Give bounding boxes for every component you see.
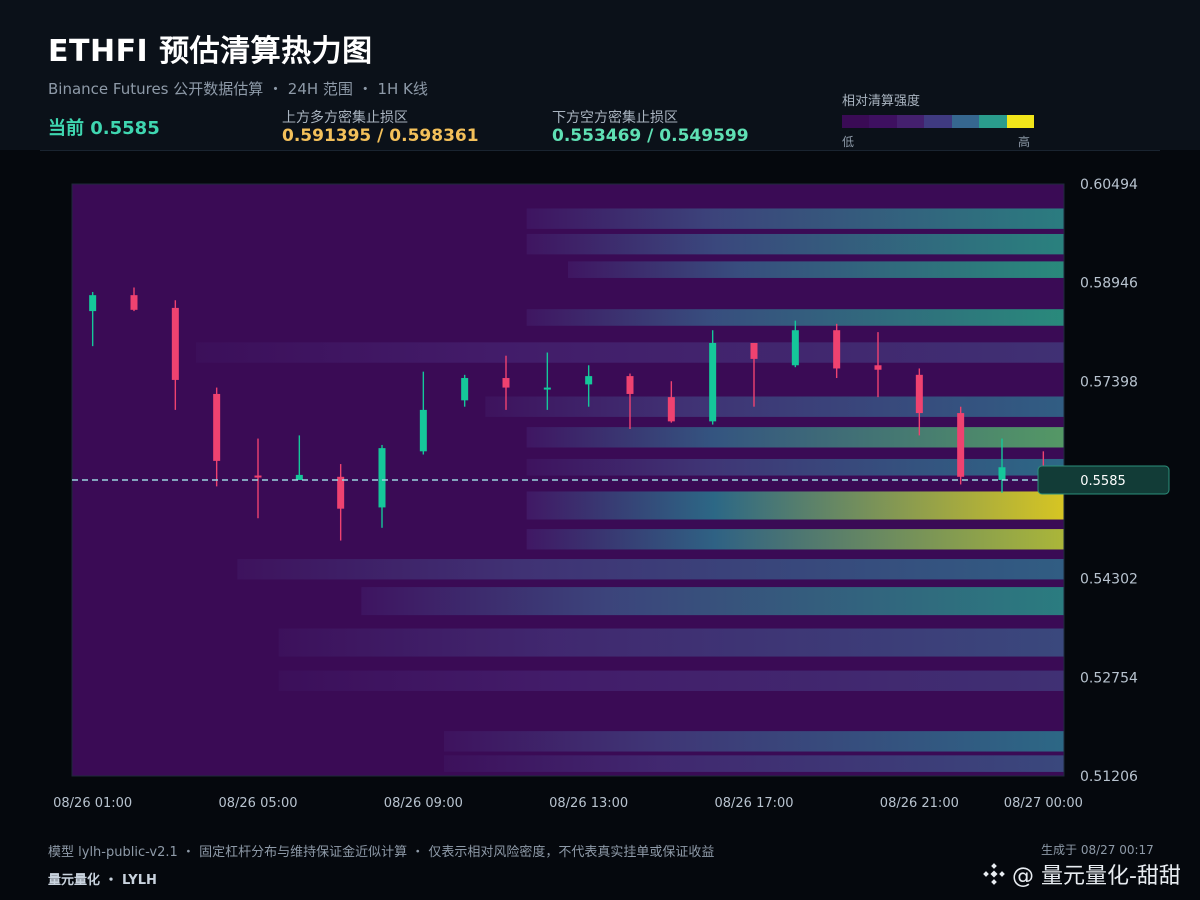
current-price-label: 当前 0.5585 [48, 118, 160, 139]
footer-note: 模型 lylh-public-v2.1 ・ 固定杠杆分布与维持保证金近似计算 ・… [48, 845, 715, 860]
candle-body [709, 342, 717, 422]
heatmap-band [237, 559, 1064, 580]
candle-body [295, 474, 303, 480]
candle-body [502, 378, 510, 388]
candle-body [171, 307, 179, 380]
x-tick-label: 08/26 09:00 [384, 796, 463, 811]
current-price-badge: 0.5585 [1037, 465, 1170, 495]
generated-timestamp: 生成于 08/27 00:17 [1041, 843, 1154, 857]
x-tick-label: 08/26 17:00 [714, 796, 793, 811]
candle-body [998, 467, 1006, 480]
heatmap-band [526, 458, 1064, 476]
candle-body [419, 409, 427, 452]
candle-body [543, 387, 551, 390]
legend-low-label: 低 [842, 135, 855, 149]
x-axis-ticks: 08/26 01:00 08/26 05:00 08/26 09:00 08/26 1… [53, 796, 1083, 811]
page-subtitle: Binance Futures 公开数据估算 ・ 24H 范围 ・ 1H K线 [48, 80, 428, 98]
candle-body [915, 374, 923, 414]
y-tick-label: 0.58946 [1080, 276, 1138, 292]
legend-swatch [869, 115, 897, 128]
header-panel: ETHFI 预估清算热力图 Binance Futures 公开数据估算 ・ 2… [0, 0, 1200, 150]
y-tick-label: 0.52754 [1080, 670, 1138, 686]
candle-body [89, 295, 97, 312]
upper-zone-value: 0.591395 / 0.598361 [282, 126, 479, 146]
heatmap-band [526, 208, 1064, 229]
x-tick-label: 08/26 13:00 [549, 796, 628, 811]
candle-body [667, 397, 675, 422]
candle-body [750, 342, 758, 359]
y-tick-label: 0.60494 [1080, 177, 1138, 193]
x-tick-label: 08/26 21:00 [880, 796, 959, 811]
candle-body [337, 476, 345, 509]
legend-title: 相对清算强度 [842, 94, 921, 109]
y-tick-label: 0.54302 [1080, 572, 1138, 588]
candle-body [378, 448, 386, 508]
binance-logo-icon [983, 863, 1005, 885]
legend-color-bar [842, 115, 1034, 128]
heatmap-band [568, 261, 1064, 278]
candle-body [461, 378, 469, 401]
current-price-badge-text: 0.5585 [1080, 474, 1126, 489]
lower-zone-value: 0.553469 / 0.549599 [552, 126, 749, 146]
x-tick-label: 08/27 00:00 [1004, 796, 1083, 811]
y-tick-label: 0.57398 [1080, 374, 1138, 390]
heatmap-band [278, 628, 1064, 657]
candle-body [213, 393, 221, 461]
x-tick-label: 08/26 05:00 [218, 796, 297, 811]
heatmap-band [361, 587, 1064, 616]
page-title: ETHFI 预估清算热力图 [48, 34, 373, 69]
candle-body [585, 376, 593, 385]
legend-swatch [951, 115, 980, 128]
candle-body [254, 475, 262, 478]
x-tick-label: 08/26 01:00 [53, 796, 132, 811]
heatmap-band [526, 427, 1064, 448]
legend-swatch [1006, 115, 1034, 128]
candle-body [874, 365, 882, 370]
y-tick-label: 0.51206 [1080, 769, 1138, 785]
legend-swatch [924, 115, 952, 128]
heatmap-band [444, 731, 1064, 752]
candle-body [833, 330, 841, 369]
liquidation-heatmap-chart: 0.5585 0.60494 0.58946 0.57398 0.54302 0.527… [53, 177, 1170, 811]
candle-body [957, 413, 965, 477]
watermark-text: @ 量元量化-甜甜 [1012, 864, 1181, 889]
legend-high-label: 高 [1018, 135, 1031, 149]
heatmap-band [278, 670, 1064, 691]
candle-body [626, 376, 634, 394]
heatmap-band [526, 233, 1064, 255]
legend-swatch [979, 115, 1007, 128]
heatmap-band [526, 491, 1064, 520]
heatmap-band [444, 755, 1064, 772]
footer-brand: 量元量化 ・ LYLH [48, 873, 157, 888]
legend-swatch [896, 115, 925, 128]
heatmap-band [526, 529, 1064, 550]
legend-swatch [842, 115, 870, 128]
heatmap-band [485, 396, 1064, 417]
candle-body [130, 295, 138, 310]
upper-zone-label: 上方多方密集止损区 [282, 110, 408, 126]
candle-body [791, 330, 799, 366]
header-divider [40, 150, 1160, 151]
heatmap-band [196, 342, 1064, 363]
lower-zone-label: 下方空方密集止损区 [552, 110, 678, 126]
watermark: @ 量元量化-甜甜 [982, 858, 1181, 890]
